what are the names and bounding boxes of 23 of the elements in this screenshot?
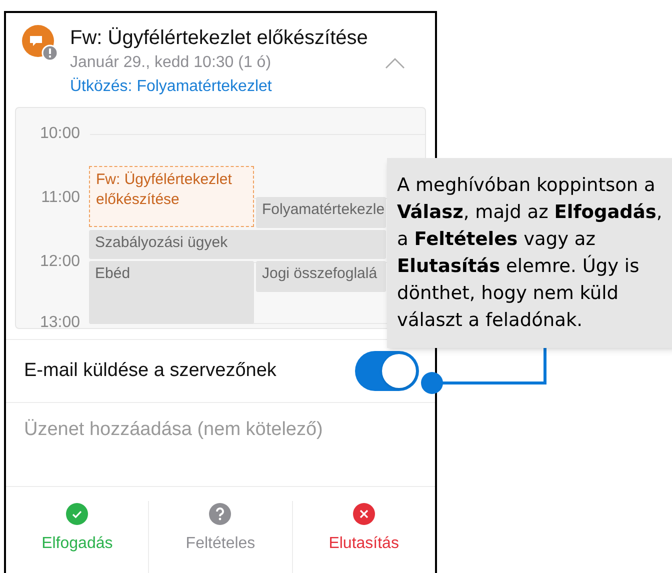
hour-label: 11:00 [40,188,80,208]
x-circle-icon [352,503,375,525]
calendar-event[interactable]: Jogi összefoglalá [256,261,386,292]
hour-label: 12:00 [38,252,80,272]
conflict-link[interactable]: Ütközés: Folyamatértekezlet [70,75,419,99]
message-field[interactable]: Üzenet hozzáadása (nem kötelező) [6,403,435,487]
question-circle-icon [209,503,232,525]
meeting-avatar-icon [22,25,58,61]
calendar-event[interactable]: Ebéd [89,261,254,324]
callout-text: A meghívóban koppintson a Válasz, majd az Elfogadás, a Feltételes vagy az Elutasítás elemre. Úgy is dönthet, hogy nem küld választ a feladónak. [397,174,663,333]
meeting-time: Január 29., kedd 10:30 (1 ó) [70,53,272,73]
calendar-event[interactable]: Fw: Ügyfélértekezlet előkészítése [89,166,254,227]
send-email-label: E-mail küldése a szervezőnek [24,358,276,383]
response-button[interactable]: Feltételes [148,501,292,573]
hour-label: 13:00 [38,313,80,328]
hour-label: 10:00 [38,124,80,144]
calendar-event[interactable]: Folyamatértekezle [256,197,386,228]
toggle-switch[interactable] [355,351,419,391]
response-button[interactable]: Elfogadás [6,501,148,573]
calendar-event[interactable]: Szabályozási ügyek [89,230,386,259]
check-circle-icon [66,503,88,525]
meeting-title: Fw: Ügyfélértekezlet előkészítése [70,26,369,51]
response-button[interactable]: Elutasítás [292,501,435,573]
